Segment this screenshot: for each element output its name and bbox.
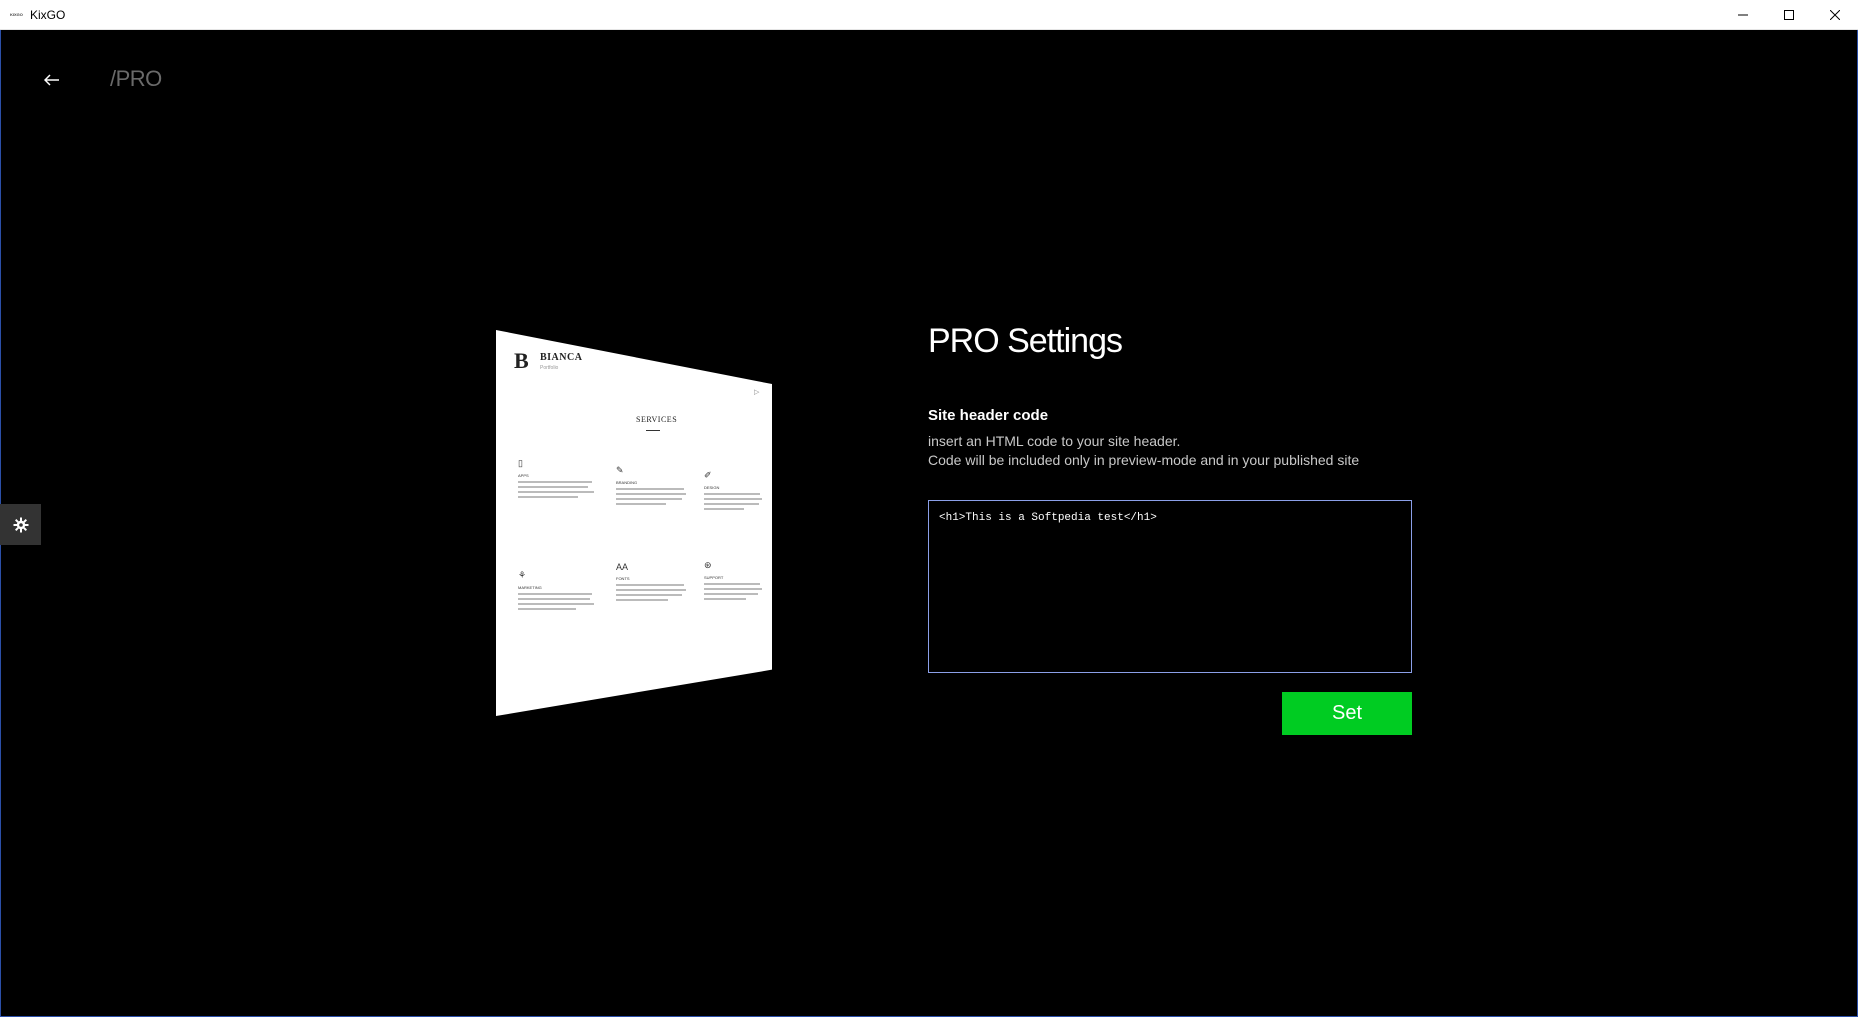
- preview-service-item: AA FONTS: [616, 562, 688, 601]
- template-preview: B BIANCA Portfolio ▷ SERVICES ▯ APPS ✎ B…: [496, 330, 772, 716]
- preview-arrow-icon: ▷: [754, 388, 760, 396]
- close-icon: [1830, 10, 1840, 20]
- description-line-1: insert an HTML code to your site header.: [928, 433, 1181, 449]
- site-header-code-label: Site header code: [928, 407, 1049, 424]
- preview-service-label: MARKETING: [518, 585, 542, 590]
- app-logo-icon: KIXGO: [10, 12, 23, 17]
- pencil-icon: ✐: [704, 470, 712, 480]
- maximize-icon: [1784, 10, 1794, 20]
- breadcrumb: /PRO: [110, 66, 162, 91]
- preview-service-label: FONTS: [616, 576, 630, 581]
- preview-brand: BIANCA: [540, 352, 583, 363]
- plant-icon: ⚘: [518, 570, 527, 580]
- template-preview-page: B BIANCA Portfolio ▷ SERVICES ▯ APPS ✎ B…: [496, 330, 772, 716]
- minimize-icon: [1738, 14, 1748, 16]
- settings-button[interactable]: [0, 504, 41, 545]
- support-icon: ⊛: [704, 560, 712, 570]
- page-title: PRO Settings: [928, 322, 1123, 360]
- preview-service-item: ✎ BRANDING: [616, 465, 688, 505]
- arrow-left-icon: [44, 74, 59, 86]
- preview-service-label: DESIGN: [704, 485, 720, 490]
- close-button[interactable]: [1812, 0, 1858, 30]
- description-line-2: Code will be included only in preview-mo…: [928, 452, 1360, 468]
- minimize-button[interactable]: [1720, 0, 1766, 30]
- pen-icon: ✎: [616, 465, 624, 475]
- preview-service-item: ⚘ MARKETING: [518, 570, 596, 610]
- gear-icon: [13, 517, 28, 532]
- preview-service-label: APPS: [518, 473, 529, 478]
- preview-section-title: SERVICES: [636, 415, 678, 424]
- preview-service-item: ▯ APPS: [518, 458, 596, 498]
- preview-service-label: SUPPORT: [704, 575, 724, 580]
- back-button[interactable]: [38, 68, 66, 92]
- maximize-button[interactable]: [1766, 0, 1812, 30]
- font-icon: AA: [616, 562, 629, 572]
- phone-icon: ▯: [518, 458, 523, 468]
- preview-service-label: BRANDING: [616, 480, 638, 485]
- title-bar: KIXGO KixGO: [0, 0, 1858, 30]
- preview-service-item: ⊛ SUPPORT: [704, 560, 764, 600]
- preview-brand-sub: Portfolio: [540, 365, 559, 371]
- window-title: KixGO: [30, 8, 66, 22]
- set-button[interactable]: Set: [1282, 692, 1412, 735]
- preview-logo: B: [514, 348, 529, 373]
- site-header-code-input[interactable]: [928, 500, 1412, 673]
- preview-divider: [646, 430, 660, 431]
- preview-service-item: ✐ DESIGN: [704, 470, 764, 510]
